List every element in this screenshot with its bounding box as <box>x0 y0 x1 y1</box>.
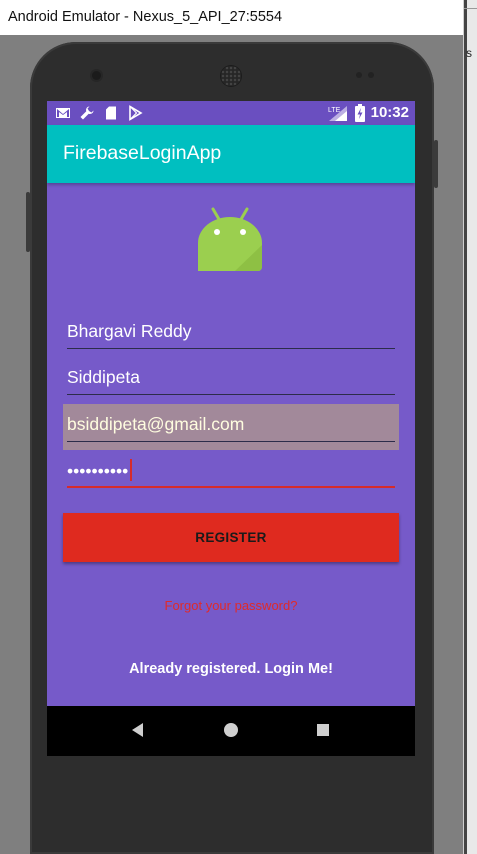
status-bar: LTE 10:32 <box>47 101 415 125</box>
name-field-underline <box>67 348 395 349</box>
login-link[interactable]: Already registered. Login Me! <box>47 661 415 677</box>
recents-icon[interactable] <box>315 721 331 739</box>
app-title: FirebaseLoginApp <box>63 142 222 164</box>
surname-field-underline <box>67 394 395 395</box>
battery-charging-icon <box>354 104 365 122</box>
register-button[interactable]: REGISTER <box>63 513 399 562</box>
email-field[interactable]: bsiddipeta@gmail.com <box>67 408 395 442</box>
power-button[interactable] <box>434 140 438 188</box>
name-field[interactable]: Bhargavi Reddy <box>67 315 395 349</box>
sd-card-icon <box>106 106 116 120</box>
device-screen: LTE 10:32 FirebaseLoginApp Bhargavi Redd… <box>47 101 415 756</box>
android-logo-icon <box>198 207 262 271</box>
background-window-text: s <box>466 46 472 60</box>
text-cursor <box>130 459 133 481</box>
home-icon[interactable] <box>223 721 239 739</box>
gmail-icon <box>56 108 70 118</box>
earpiece-speaker <box>221 66 241 86</box>
password-field[interactable]: •••••••••• <box>67 454 395 488</box>
back-icon[interactable] <box>130 721 146 739</box>
light-sensor <box>368 72 374 78</box>
front-camera <box>92 71 101 80</box>
emulator-window-title: Android Emulator - Nexus_5_API_27:5554 <box>0 0 463 35</box>
proximity-sensor <box>356 72 362 78</box>
password-field-underline <box>67 486 395 488</box>
password-field-value: •••••••••• <box>67 459 133 482</box>
status-clock: 10:32 <box>370 104 409 121</box>
surname-field[interactable]: Siddipeta <box>67 361 395 395</box>
password-dots: •••••••••• <box>67 461 129 481</box>
lte-signal-icon: LTE <box>328 106 347 121</box>
name-field-value: Bhargavi Reddy <box>67 321 192 341</box>
email-field-underline <box>67 441 395 442</box>
wrench-icon <box>80 106 94 120</box>
email-field-value: bsiddipeta@gmail.com <box>67 414 245 434</box>
surname-field-value: Siddipeta <box>67 367 140 387</box>
forgot-password-link[interactable]: Forgot your password? <box>47 598 415 613</box>
navigation-bar <box>47 706 415 756</box>
volume-button[interactable] <box>26 192 30 252</box>
app-bar: FirebaseLoginApp <box>47 125 415 183</box>
play-store-icon <box>129 105 143 121</box>
background-window-strip: s <box>463 0 477 854</box>
network-type-label: LTE <box>328 107 341 114</box>
